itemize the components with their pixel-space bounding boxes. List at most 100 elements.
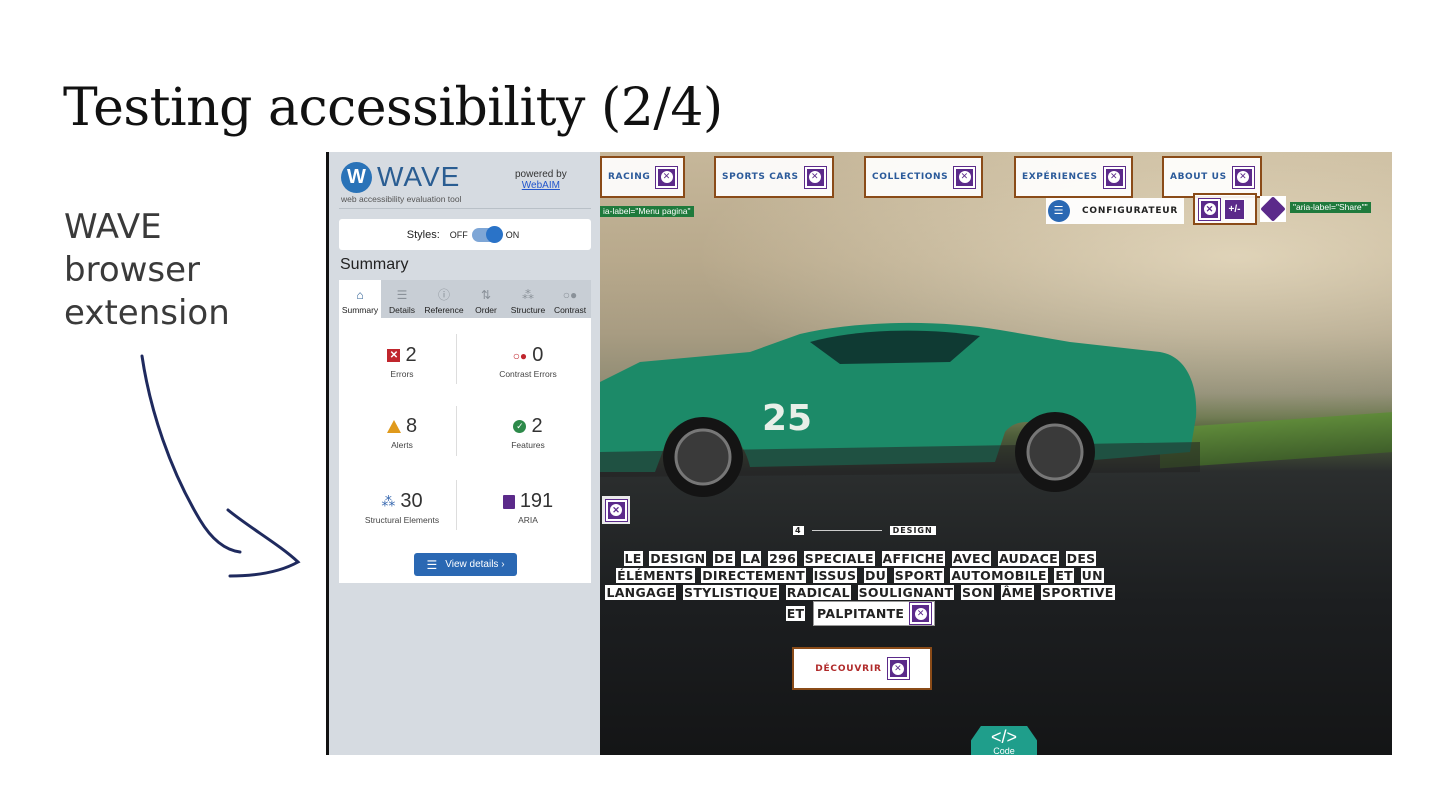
browser-screenshot: W WAVE web accessibility evaluation tool… [326, 152, 1392, 755]
tab-order[interactable]: ⇅ Order [465, 280, 507, 318]
structural-label: Structural Elements [364, 515, 440, 525]
wave-tabs: ⌂ Summary ☰ Details ⓘ Reference ⇅ Order ⁂ Str… [339, 280, 591, 318]
code-button[interactable]: </> Code [971, 726, 1037, 755]
counter-number: 4 [793, 526, 804, 535]
features-label: Features [511, 440, 545, 450]
aria-icon [502, 494, 515, 509]
utility-box: ✕ +/- [1193, 193, 1257, 225]
headline-last-label: PALPITANTE [817, 606, 905, 621]
webaim-link[interactable]: WebAIM [515, 180, 567, 191]
website-view: 25 RACING ✕ SPORTS CARS ✕ COLLECTIONS ✕ EXP… [600, 152, 1392, 755]
wave-error-icon: ✕ [1231, 165, 1255, 189]
info-icon: ⓘ [437, 288, 450, 302]
tab-reference[interactable]: ⓘ Reference [423, 280, 465, 318]
headline-word: SOULIGNANT [857, 585, 955, 600]
powered-by: powered by WebAIM [515, 169, 567, 191]
wave-error-icon: ✕ [655, 165, 679, 189]
headline-last-word: PALPITANTE ✕ [813, 601, 936, 626]
tab-contrast[interactable]: ○● Contrast [549, 280, 591, 318]
tab-summary[interactable]: ⌂ Summary [339, 280, 381, 318]
summary-card: ✕ 2 Errors ○● 0 Contrast Errors 8 Alerts ✓… [339, 318, 591, 583]
nav-label: ABOUT US [1170, 172, 1227, 182]
headline-word: RADICAL [785, 585, 851, 600]
contrast-icon: ○● [562, 288, 578, 302]
styles-off-label: OFF [449, 229, 468, 240]
headline-word: LE [623, 551, 643, 566]
headline-word: DE [713, 551, 735, 566]
styles-on-label: ON [505, 229, 520, 240]
tab-structure[interactable]: ⁂ Structure [507, 280, 549, 318]
headline-word: DU [863, 568, 888, 583]
wave-error-icon: ✕ [602, 496, 630, 524]
feature-check-icon: ✓ [513, 420, 527, 433]
wave-logo-icon: W [341, 161, 372, 193]
nav-collections[interactable]: COLLECTIONS ✕ [864, 156, 984, 198]
tab-label: Structure [510, 305, 546, 315]
counter-line [811, 530, 882, 531]
headline-word: DESIGN [649, 551, 707, 566]
stat-aria[interactable]: 191 ARIA [465, 490, 591, 525]
wave-error-icon: ✕ [909, 602, 933, 625]
nav-label: EXPÉRIENCES [1022, 172, 1098, 182]
nav-sports-cars[interactable]: SPORTS CARS ✕ [714, 156, 834, 198]
headline-word: SPORTIVE [1040, 585, 1115, 600]
plus-minus-button[interactable]: +/- [1224, 198, 1245, 220]
nav-label: RACING [608, 172, 651, 182]
error-icon: ✕ [387, 349, 401, 362]
counter-label: DESIGN [889, 526, 936, 535]
nav-experiences[interactable]: EXPÉRIENCES ✕ [1014, 156, 1133, 198]
tab-label: Reference [424, 305, 464, 315]
divider [456, 480, 457, 530]
powered-by-text: powered by [515, 169, 567, 180]
styles-toggle-box: Styles: OFF ON [339, 219, 591, 250]
errors-count: 2 [405, 344, 417, 366]
stat-features[interactable]: ✓ 2 Features [465, 415, 591, 450]
divider [456, 406, 457, 456]
headline-word: DIRECTEMENT [701, 568, 806, 583]
alerts-label: Alerts [391, 440, 413, 450]
tab-details[interactable]: ☰ Details [381, 280, 423, 318]
headline-word: DES [1065, 551, 1097, 566]
structure-icon: ⁂ [381, 493, 396, 509]
headline-word: SPORT [893, 568, 944, 583]
tab-label: Contrast [553, 305, 587, 315]
wave-error-icon: ✕ [803, 165, 827, 189]
nav-label: COLLECTIONS [872, 172, 949, 182]
aria-menu-tag: ia-label="Menu pagina" [600, 206, 694, 217]
view-details-button[interactable]: ☰ View details › [414, 553, 517, 576]
headline-word: AFFICHE [881, 551, 946, 566]
headline-word: AUTOMOBILE [950, 568, 1048, 583]
headline-word: ÂME [1000, 585, 1035, 600]
configurateur-link[interactable]: ☰ CONFIGURATEUR [1046, 198, 1185, 224]
stat-structural[interactable]: ⁂ 30 Structural Elements [339, 490, 465, 525]
decouvrir-label: DÉCOUVRIR [815, 663, 882, 674]
nav-about-us[interactable]: ABOUT US ✕ [1162, 156, 1262, 198]
car-number: 25 [762, 398, 812, 439]
headline-word: UN [1080, 568, 1104, 583]
headline-word: ET [1054, 568, 1074, 583]
aria-tag-icon [1260, 196, 1286, 222]
contrast-label: Contrast Errors [499, 369, 557, 379]
wave-error-icon: ✕ [953, 165, 977, 189]
headline-word: ÉLÉMENTS [616, 568, 695, 583]
stat-errors[interactable]: ✕ 2 Errors [339, 344, 465, 379]
list-icon: ☰ [1048, 200, 1070, 222]
headline-word: AUDACE [997, 551, 1059, 566]
view-details-label: View details › [445, 559, 505, 570]
headline: LE DESIGN DE LA 296 SPECIALE AFFICHE AVE… [600, 550, 1120, 626]
nav-racing[interactable]: RACING ✕ [600, 156, 686, 198]
code-label: Code [993, 746, 1015, 755]
code-icon: </> [990, 727, 1018, 747]
headline-word: ISSUS [812, 568, 858, 583]
side-label: WAVE browser extension [64, 207, 230, 333]
stat-alerts[interactable]: 8 Alerts [339, 415, 465, 450]
divider [339, 208, 591, 209]
list-icon: ☰ [426, 557, 438, 572]
styles-label: Styles: [406, 228, 440, 241]
headline-word: LA [741, 551, 762, 566]
aria-label: ARIA [518, 515, 538, 525]
decouvrir-button[interactable]: DÉCOUVRIR ✕ [792, 647, 932, 690]
stat-contrast-errors[interactable]: ○● 0 Contrast Errors [465, 344, 591, 379]
errors-label: Errors [390, 369, 414, 379]
styles-toggle[interactable] [471, 225, 503, 243]
